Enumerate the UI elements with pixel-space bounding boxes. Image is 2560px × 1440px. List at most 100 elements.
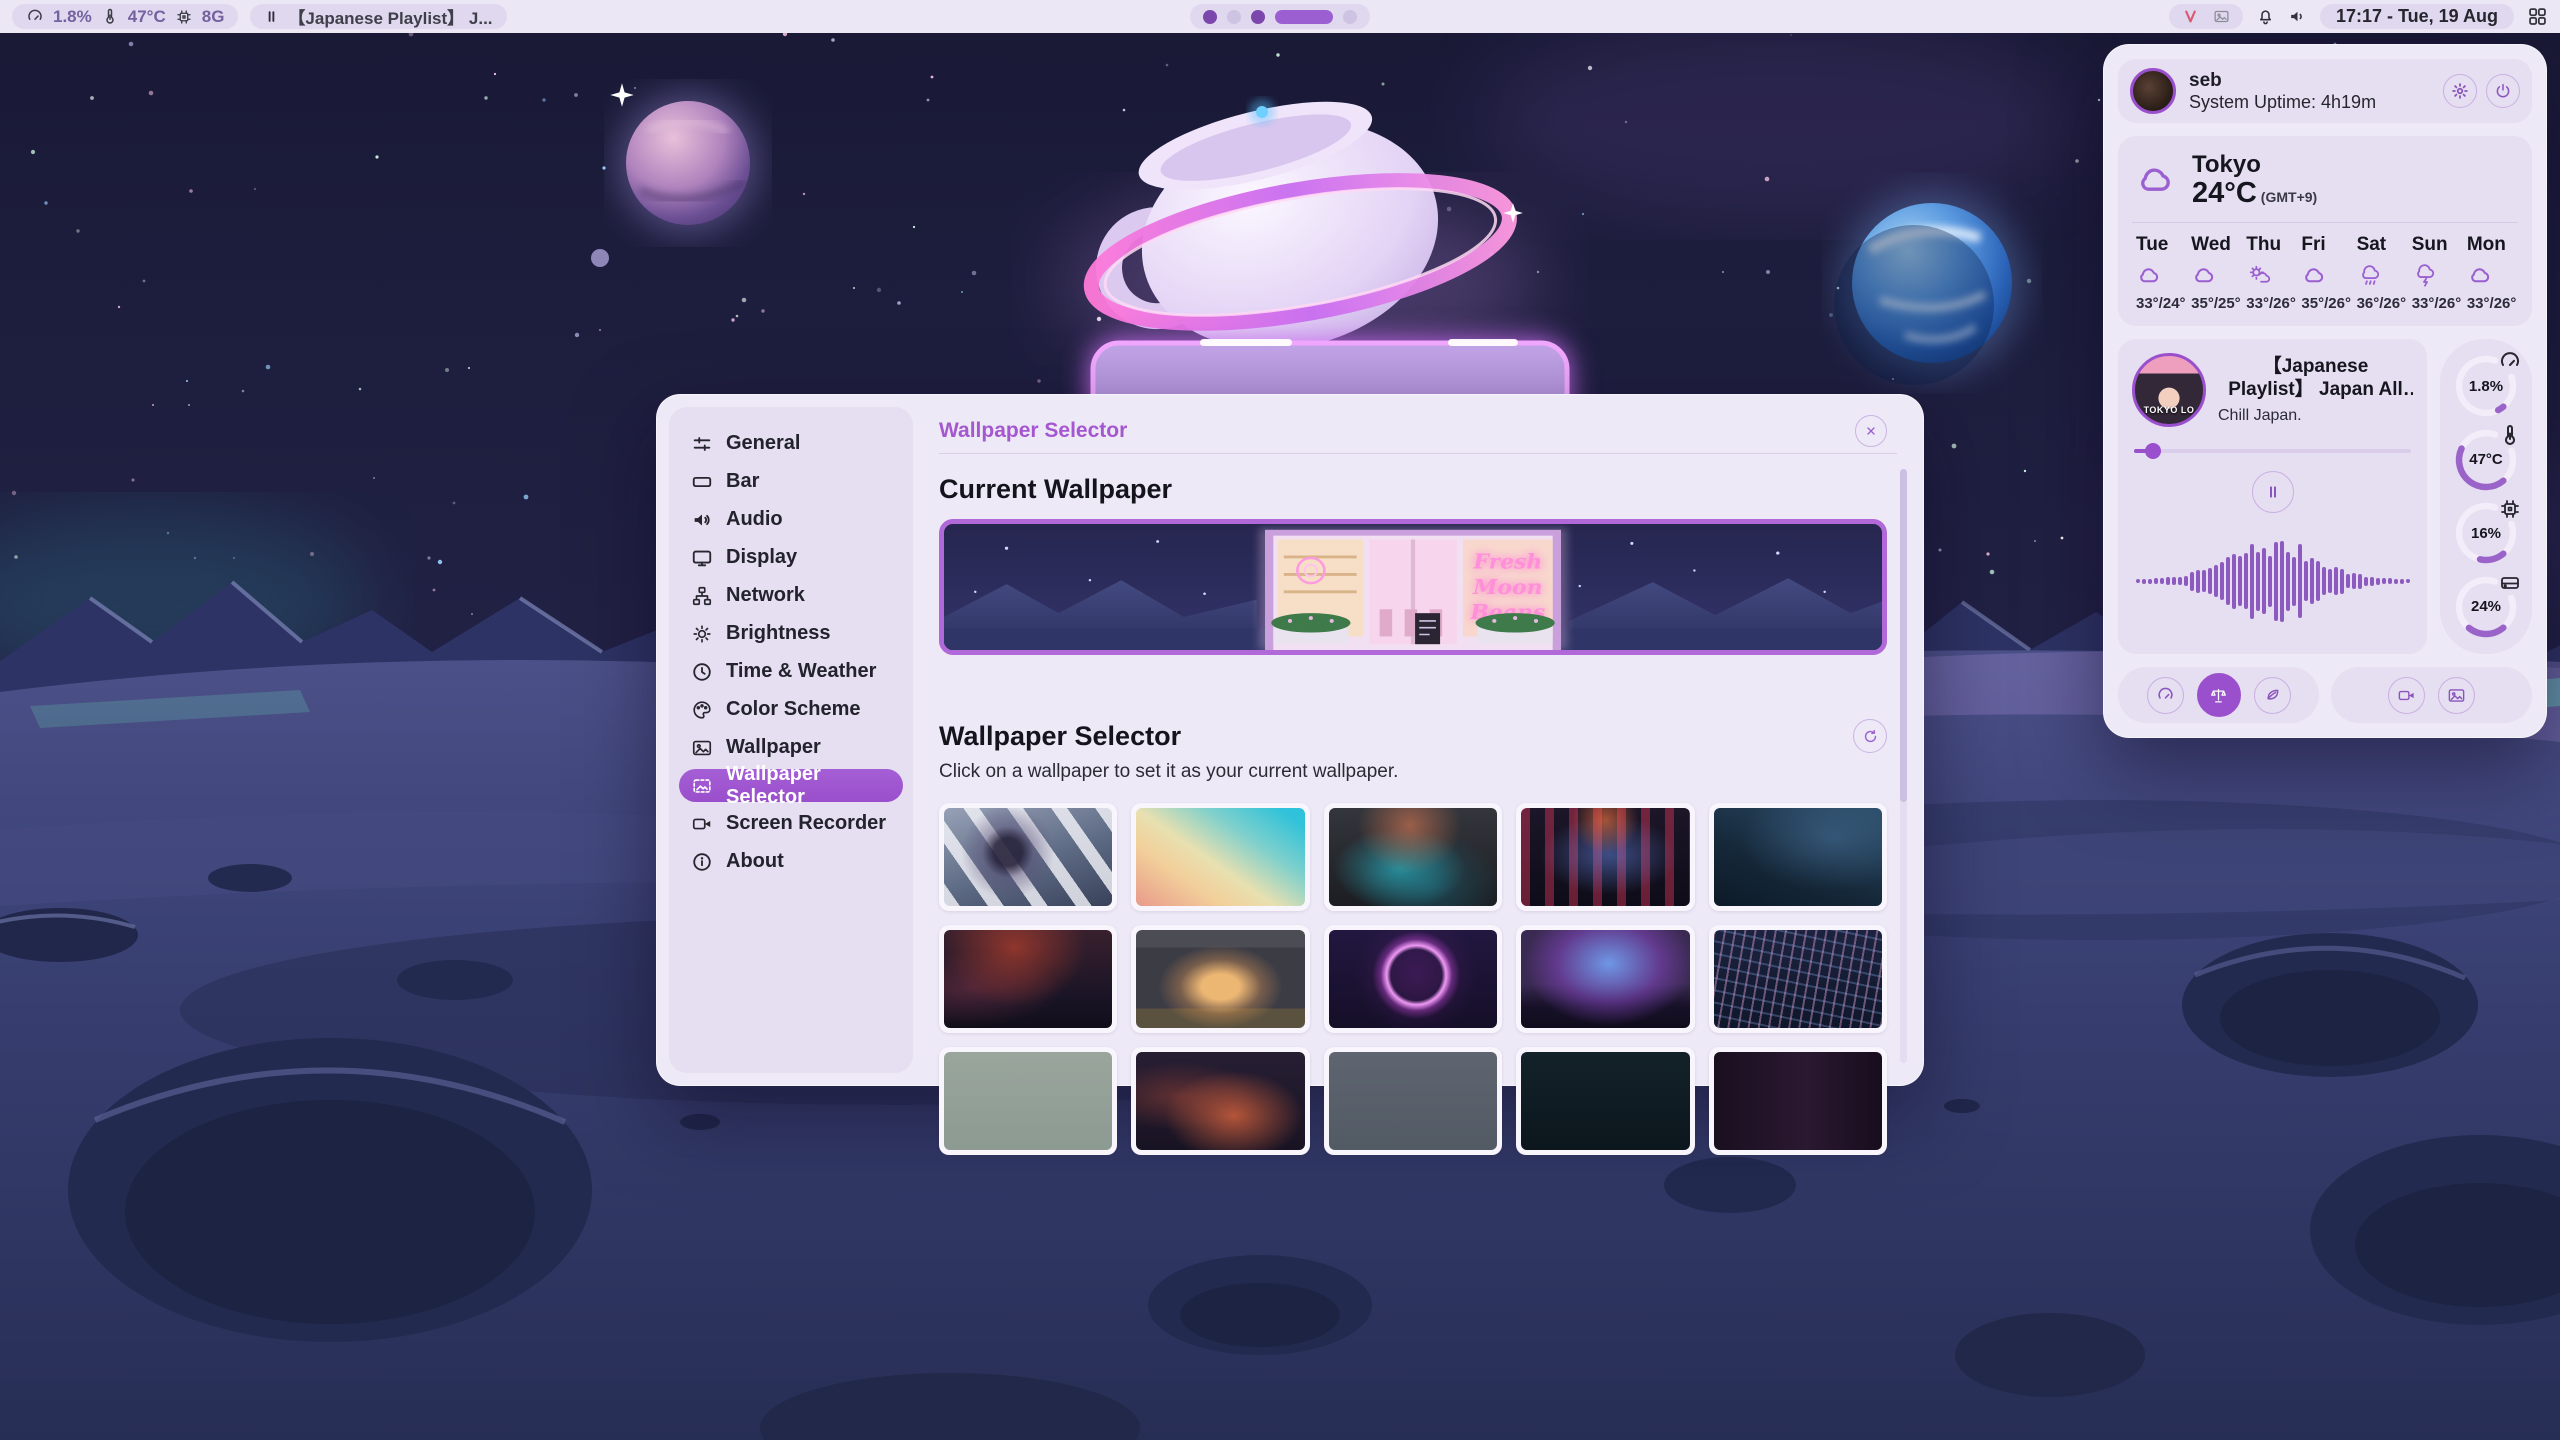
waveform-bar <box>2388 578 2392 584</box>
close-button[interactable] <box>1855 415 1887 447</box>
wallpaper-grey-plain[interactable] <box>1324 1047 1502 1155</box>
screenshot-tool-icon[interactable] <box>2213 8 2230 25</box>
wallpaper-nebula-forest[interactable] <box>1516 925 1694 1033</box>
sidebar-item-wallpaper-selector[interactable]: Wallpaper Selector <box>679 769 903 802</box>
weather-timezone: (GMT+9) <box>2261 189 2317 205</box>
forecast-thu: Thu33°/26° <box>2242 234 2297 312</box>
sidebar-item-general[interactable]: General <box>679 427 903 460</box>
sidebar-item-bar[interactable]: Bar <box>679 465 903 498</box>
settings-button[interactable] <box>2443 74 2477 108</box>
album-art: TOKYO LO <box>2132 353 2206 427</box>
sidebar-item-about[interactable]: About <box>679 845 903 878</box>
wallpaper-cyberpunk-arcade[interactable] <box>1516 803 1694 911</box>
waveform-bar <box>2406 579 2410 583</box>
cloud-icon <box>2191 263 2218 288</box>
cloud-icon <box>2136 263 2163 288</box>
power-profile-balanced-button[interactable] <box>2197 673 2241 717</box>
forecast-day: Tue <box>2136 234 2168 256</box>
refresh-button[interactable] <box>1853 719 1887 753</box>
gauge-disk: 24% <box>2452 573 2520 641</box>
scrollbar-track[interactable] <box>1900 469 1907 1063</box>
waveform-bar <box>2370 577 2374 586</box>
wallpaper-sage-plain[interactable] <box>939 1047 1117 1155</box>
sidebar-item-network[interactable]: Network <box>679 579 903 612</box>
app-v-icon[interactable] <box>2182 8 2199 25</box>
sidebar-item-wallpaper[interactable]: Wallpaper <box>679 731 903 764</box>
wallpaper-dark-plum-plain[interactable] <box>1709 1047 1887 1155</box>
wallpaper-crimson-fantasy-ruins[interactable] <box>939 925 1117 1033</box>
power-profile-performance-button[interactable] <box>2147 677 2184 714</box>
workspace-dot-2-empty[interactable] <box>1227 10 1241 24</box>
volume-icon[interactable] <box>2288 7 2307 26</box>
play-pause-button[interactable] <box>2252 471 2294 513</box>
forecast-day: Mon <box>2467 234 2506 256</box>
wallpaper-blurred-aurora[interactable] <box>1324 803 1502 911</box>
weather-divider <box>2132 222 2518 223</box>
sidebar-item-screen-recorder[interactable]: Screen Recorder <box>679 807 903 840</box>
system-stats-pill[interactable]: 1.8% 47°C 8G <box>12 4 238 29</box>
sidebar-item-color-scheme[interactable]: Color Scheme <box>679 693 903 726</box>
workspace-indicator[interactable] <box>1190 4 1370 29</box>
waveform-bar <box>2256 552 2260 611</box>
speedometer-icon <box>2156 686 2175 705</box>
waveform-bar <box>2262 548 2266 614</box>
current-wallpaper-preview: Fresh Moon Beans <box>939 519 1887 655</box>
waveform-bar <box>2190 572 2194 591</box>
forecast-temps: 33°/24° <box>2136 295 2186 312</box>
wallpaper-autumn-grove[interactable] <box>1131 1047 1309 1155</box>
sidebar-item-audio[interactable]: Audio <box>679 503 903 536</box>
forecast-day: Thu <box>2246 234 2281 256</box>
seek-slider[interactable] <box>2134 443 2411 459</box>
audio-visualizer <box>2132 519 2413 644</box>
wallpaper-thumbnail <box>1329 1052 1497 1150</box>
wallpaper-purple-light-ring[interactable] <box>1324 925 1502 1033</box>
waveform-bar <box>2172 577 2176 585</box>
wallpaper-snowy-night-forest[interactable] <box>1709 803 1887 911</box>
forecast-wed: Wed35°/25° <box>2187 234 2242 312</box>
weather-cloud-icon <box>2132 160 2180 200</box>
scrollbar-thumb[interactable] <box>1900 469 1907 802</box>
clock[interactable]: 17:17 - Tue, 19 Aug <box>2320 4 2514 29</box>
wallpaper-wireframe-wave[interactable] <box>1709 925 1887 1033</box>
forecast-temps: 33°/26° <box>2467 295 2517 312</box>
sidebar-item-time-weather[interactable]: Time & Weather <box>679 655 903 688</box>
sidebar-item-display[interactable]: Display <box>679 541 903 574</box>
screenshot-button[interactable] <box>2438 677 2475 714</box>
brightness-icon <box>691 623 713 645</box>
selector-subtitle: Click on a wallpaper to set it as your c… <box>939 761 1887 783</box>
power-button[interactable] <box>2486 74 2520 108</box>
media-pill[interactable]: 【Japanese Playlist】 J... <box>250 4 506 29</box>
forecast-temps: 35°/26° <box>2301 295 2351 312</box>
seek-knob[interactable] <box>2145 443 2161 459</box>
forecast-sat: Sat36°/26° <box>2353 234 2408 312</box>
wallpaper-lofi-coffee-shop[interactable] <box>1131 925 1309 1033</box>
workspace-dot-1-occupied[interactable] <box>1203 10 1217 24</box>
workspace-dot-4-active[interactable] <box>1275 10 1333 24</box>
rain-icon <box>2357 263 2384 288</box>
chip-icon <box>2498 497 2522 521</box>
image-icon <box>691 737 713 759</box>
pause-icon <box>264 9 279 24</box>
waveform-bar <box>2274 542 2278 621</box>
refresh-icon <box>1862 728 1879 745</box>
waveform-bar <box>2382 578 2386 584</box>
waveform-bar <box>2166 577 2170 585</box>
sidebar-item-brightness[interactable]: Brightness <box>679 617 903 650</box>
system-tray[interactable] <box>2169 4 2243 29</box>
workspace-dot-5-empty[interactable] <box>1343 10 1357 24</box>
power-profile-power-saver-button[interactable] <box>2254 677 2291 714</box>
wallpaper-anime-girl-crosswalk[interactable] <box>939 803 1117 911</box>
wallpaper-dark-teal-plain[interactable] <box>1516 1047 1694 1155</box>
workspace-dot-3-occupied[interactable] <box>1251 10 1265 24</box>
wallpaper-sunset-cyan-gradient[interactable] <box>1131 803 1309 911</box>
wallpaper-thumbnail <box>1714 1052 1882 1150</box>
selector-heading: Wallpaper Selector <box>939 721 1181 752</box>
gauge-speedometer: 1.8% <box>2452 352 2520 420</box>
gauge-thermometer: 47°C <box>2452 426 2520 494</box>
app-launcher-icon[interactable] <box>2527 6 2548 27</box>
cpu-usage: 1.8% <box>53 7 92 27</box>
waveform-bar <box>2364 577 2368 586</box>
notifications-bell-icon[interactable] <box>2256 7 2275 26</box>
sidebar-item-label: Wallpaper Selector <box>726 763 891 809</box>
screen-recorder-button[interactable] <box>2388 677 2425 714</box>
